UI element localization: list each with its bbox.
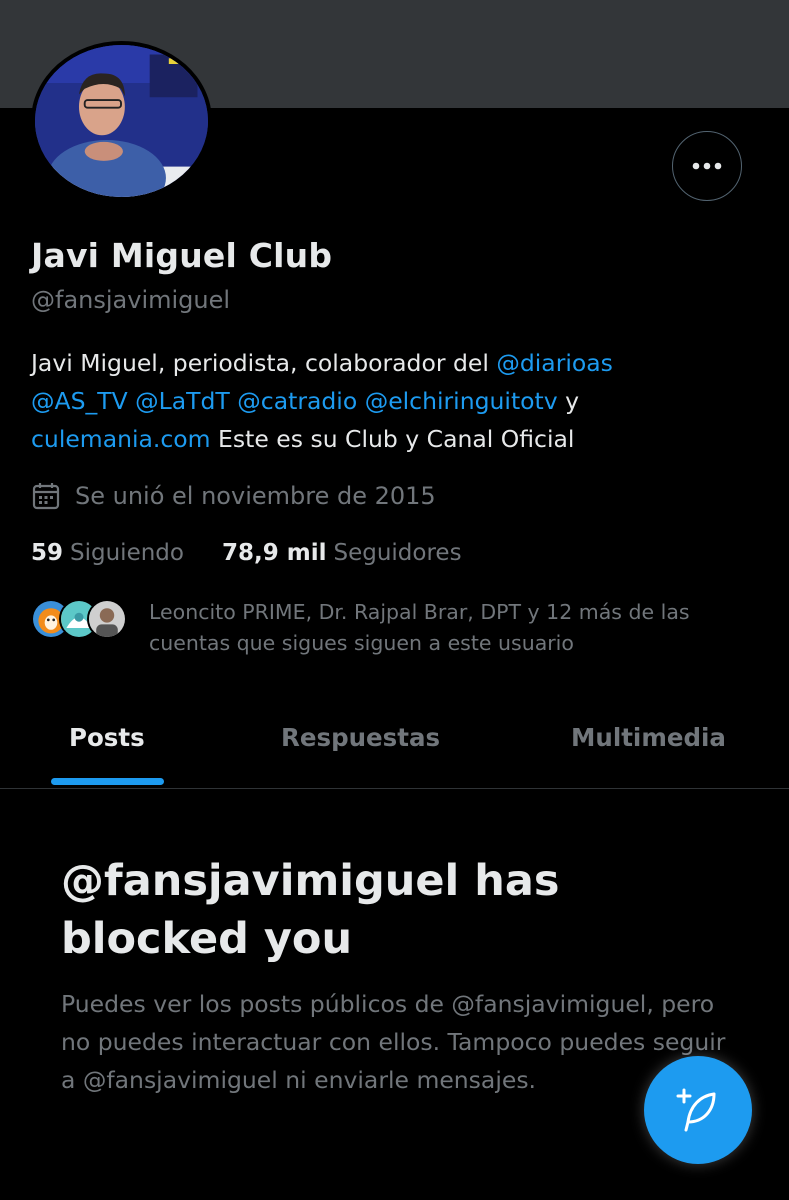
mention-link-catradio[interactable]: @catradio xyxy=(237,387,357,415)
mutual-avatars xyxy=(31,599,127,643)
blocked-title: @fansjavimiguel has blocked you xyxy=(61,856,560,964)
mention-link-diarioas[interactable]: @diarioas xyxy=(496,349,613,377)
more-options-button[interactable] xyxy=(672,131,742,201)
bio-text: Este es su Club y Canal Oficial xyxy=(210,425,575,453)
calendar-icon xyxy=(32,483,60,510)
display-name: Javi Miguel Club xyxy=(31,236,333,275)
follow-stats: 59 Siguiendo 78,9 mil Seguidores xyxy=(31,540,462,566)
mention-link-as-tv[interactable]: @AS_TV xyxy=(31,387,128,415)
mention-link-elchiringuitotv[interactable]: @elchiringuitotv xyxy=(365,387,558,415)
following-link[interactable]: 59 Siguiendo xyxy=(31,540,184,566)
following-label: Siguiendo xyxy=(70,540,184,566)
compose-post-button[interactable] xyxy=(644,1056,752,1164)
tab-media[interactable]: Multimedia xyxy=(571,691,726,783)
mention-link-latdt[interactable]: @LaTdT xyxy=(135,387,230,415)
profile-handle: @fansjavimiguel xyxy=(31,286,231,314)
blocked-description: Puedes ver los posts públicos de @fansja… xyxy=(61,990,726,1094)
active-tab-indicator xyxy=(51,778,164,785)
join-date-text: Se unió el noviembre de 2015 xyxy=(75,482,436,510)
bio-text: y xyxy=(557,387,580,415)
followers-you-know-text: Leoncito PRIME, Dr. Rajpal Brar, DPT y 1… xyxy=(149,600,690,655)
followers-you-know[interactable]: Leoncito PRIME, Dr. Rajpal Brar, DPT y 1… xyxy=(31,597,751,659)
followers-count: 78,9 mil xyxy=(221,540,327,566)
tab-posts[interactable]: Posts xyxy=(69,691,145,783)
profile-bio: Javi Miguel, periodista, colaborador del… xyxy=(31,344,751,458)
bio-text: Javi Miguel, periodista, colaborador del xyxy=(31,349,497,377)
followers-link[interactable]: 78,9 mil Seguidores xyxy=(222,540,462,566)
following-count: 59 xyxy=(31,540,64,566)
more-horizontal-icon xyxy=(692,162,722,170)
followers-label: Seguidores xyxy=(333,540,462,566)
profile-avatar[interactable] xyxy=(31,41,212,201)
profile-page: Javi Miguel Club @fansjavimiguel Javi Mi… xyxy=(0,0,789,1200)
website-link[interactable]: culemania.com xyxy=(31,425,211,453)
tab-replies[interactable]: Respuestas xyxy=(281,691,440,783)
mutual-avatar xyxy=(87,599,127,639)
compose-post-icon xyxy=(676,1088,716,1132)
join-date: Se unió el noviembre de 2015 xyxy=(31,481,436,511)
profile-tabs: Posts Respuestas Multimedia xyxy=(0,697,789,789)
